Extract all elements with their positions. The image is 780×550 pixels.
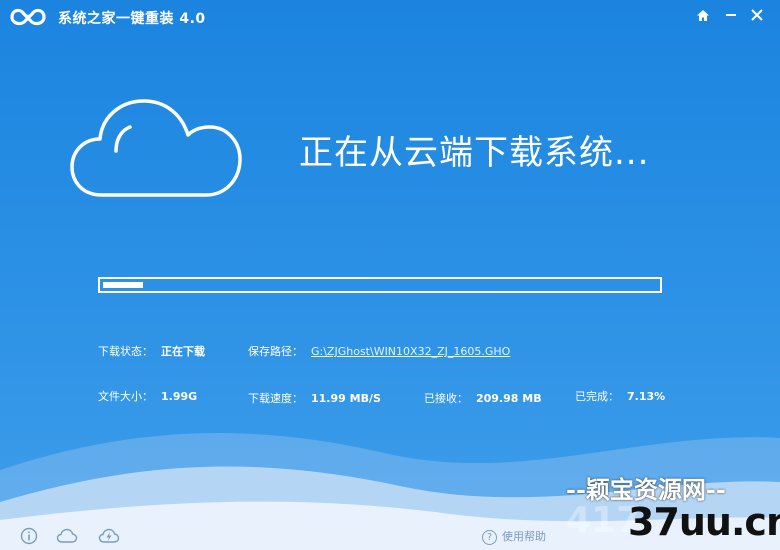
watermark-domain: 37uu.cn [628, 500, 780, 544]
progress-fill [103, 282, 143, 288]
cloud-icon [70, 99, 242, 197]
app-logo-icon [10, 8, 46, 26]
save-path-link[interactable]: G:\ZJGhost\WIN10X32_ZJ_1605.GHO [311, 345, 510, 358]
minimize-button[interactable] [718, 4, 744, 26]
download-progress-bar [98, 277, 662, 293]
path-label: 保存路径： [248, 345, 303, 358]
app-title: 系统之家一键重装 4.0 [58, 11, 206, 27]
home-button[interactable] [690, 4, 716, 26]
help-icon: ? [482, 529, 497, 545]
download-headline: 正在从云端下载系统... [299, 133, 650, 173]
path-info: 保存路径： G:\ZJGhost\WIN10X32_ZJ_1605.GHO [248, 343, 510, 359]
status-info: 下载状态： 正在下载 [98, 343, 205, 359]
status-label: 下载状态： [98, 345, 153, 358]
title-bar[interactable]: 系统之家一键重装 4.0 [0, 0, 780, 34]
help-button[interactable]: ? 使用帮助 [482, 528, 546, 545]
info-icon[interactable] [18, 527, 40, 545]
home-icon [697, 9, 709, 21]
watermark-site-name: --颖宝资源网-- [566, 475, 726, 504]
cloud-lightning-icon[interactable] [98, 527, 120, 545]
close-icon [751, 9, 763, 21]
watermark: --颖宝资源网-- 417 37uu.cn [566, 470, 780, 550]
minimize-icon [726, 14, 736, 16]
cloud-outline-icon[interactable] [56, 527, 78, 545]
help-label: 使用帮助 [502, 530, 546, 543]
status-value: 正在下载 [161, 345, 205, 358]
app-window: 系统之家一键重装 4.0 正在从云端下载系统... 下载状态： 正在下载 保存路… [0, 0, 780, 550]
close-button[interactable] [744, 4, 770, 26]
